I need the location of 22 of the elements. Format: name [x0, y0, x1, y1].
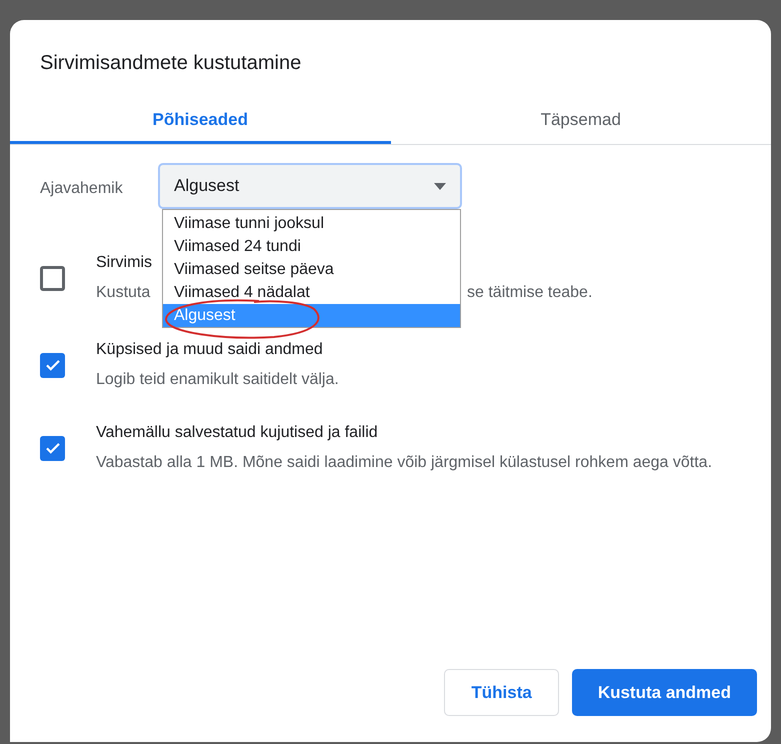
option-title: Vahemällu salvestatud kujutised ja failid [96, 423, 378, 443]
checkbox[interactable] [40, 352, 65, 378]
clear-data-button[interactable]: Kustuta andmed [572, 669, 757, 716]
option-description: Logib teid enamikult saitidelt välja. [96, 371, 339, 388]
cancel-button[interactable]: Tühista [444, 669, 559, 716]
option-description: Kustuta [96, 284, 150, 301]
dropdown-option[interactable]: Viimased 24 tundi [163, 235, 460, 258]
caret-icon [434, 182, 446, 190]
dropdown-option[interactable]: Viimased seitse päeva [163, 258, 460, 281]
dropdown-option[interactable]: Viimased 4 nädalat [163, 281, 460, 304]
option-description: Vabastab alla 1 MB. Mõne saidi laadimine võib järgmisel külastusel rohkem aega võtta. [96, 454, 712, 471]
option-description: se täitmise teabe. [467, 284, 592, 301]
tab[interactable]: Täpsemad [390, 98, 771, 144]
option-title: Küpsised ja muud saidi andmed [96, 340, 323, 360]
dialog-title: Sirvimisandmete kustutamine [40, 51, 302, 76]
checkbox[interactable] [40, 266, 65, 290]
option-title: Sirvimis [96, 253, 152, 273]
time-range-select[interactable]: Algusest [158, 163, 462, 209]
field-label: Ajavahemik [40, 179, 123, 199]
tab[interactable]: Põhiseaded [10, 98, 390, 144]
dropdown-option[interactable]: Viimase tunni jooksul [163, 212, 460, 235]
checkbox[interactable] [40, 436, 65, 460]
